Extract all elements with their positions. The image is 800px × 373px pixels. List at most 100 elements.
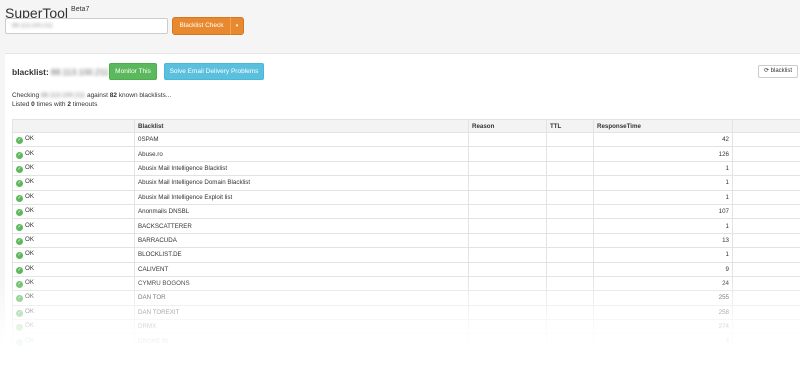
ttl-cell — [546, 347, 594, 364]
blacklist-check-button[interactable]: Blacklist Check — [172, 17, 231, 35]
column-header-response-time[interactable]: ResponseTime — [593, 119, 733, 133]
reason-cell — [468, 347, 547, 364]
ttl-cell — [546, 275, 594, 292]
extra-cell — [732, 203, 800, 220]
monitor-this-button[interactable]: Monitor This — [109, 63, 157, 80]
table-row: ✓ OK BLOCKLIST.DE 1 — [12, 247, 800, 263]
status-text: OK — [25, 293, 34, 301]
ttl-cell — [546, 131, 594, 148]
column-header-extra — [732, 119, 800, 133]
status-text: OK — [25, 250, 34, 258]
check-circle-icon: ✓ — [16, 281, 23, 289]
check-circle-icon: ✓ — [16, 137, 23, 145]
blacklist-table: Blacklist Reason TTL ResponseTime ✓ OK 0SP… — [12, 119, 800, 364]
table-row: ✓ OK Abusix Mail Intelligence Blacklist 1 — [12, 160, 800, 177]
ttl-cell — [546, 160, 594, 177]
table-row: ✓ OK Abuse.ro 126 — [12, 146, 800, 162]
status-cell: ✓ OK — [12, 232, 135, 249]
reason-cell — [468, 290, 547, 306]
status-text: OK — [25, 163, 34, 171]
blacklist-name-cell: 0SPAM — [134, 131, 469, 148]
status-text: OK — [25, 322, 34, 330]
blacklist-name-cell: CALIVENT — [134, 261, 469, 277]
blacklist-name-cell: Abusix Mail Intelligence Exploit list — [134, 189, 469, 205]
check-circle-icon: ✓ — [16, 252, 23, 260]
beta-badge: Beta7 — [71, 6, 90, 13]
refresh-button-label: blacklist — [770, 68, 793, 74]
response-time-cell: 24 — [593, 275, 733, 292]
reason-cell — [468, 203, 547, 220]
table-row: ✓ OK DAN TOR 255 — [12, 290, 800, 306]
response-time-cell: 1 — [593, 189, 733, 205]
response-time-cell: 9 — [593, 261, 733, 277]
ttl-cell — [546, 333, 594, 349]
status-text: OK — [25, 235, 34, 243]
status-cell: ✓ OK — [12, 290, 135, 306]
response-time-cell: 1 — [593, 218, 733, 234]
column-header-reason[interactable]: Reason — [468, 119, 547, 133]
table-row: ✓ OK Anonmails DNSBL 107 — [12, 203, 800, 220]
search-input[interactable]: 88.113.100.211 — [5, 18, 168, 34]
ttl-cell — [546, 304, 594, 321]
check-circle-icon: ✓ — [16, 209, 23, 217]
table-row: ✓ OK — [12, 347, 800, 364]
reason-cell — [468, 131, 547, 148]
status-text: OK — [25, 351, 34, 359]
table-row: ✓ OK 0SPAM 42 — [12, 131, 800, 148]
page-title-ip: 88.113.100.211 — [50, 67, 109, 77]
page-title-label: blacklist: — [12, 67, 49, 77]
status-text: OK — [25, 279, 34, 287]
status-text: OK — [25, 264, 34, 272]
response-time-cell: 1 — [593, 160, 733, 177]
reason-cell — [468, 232, 547, 249]
blacklist-name-cell: BLOCKLIST.DE — [134, 247, 469, 263]
blacklist-name-cell: Abusix Mail Intelligence Blacklist — [134, 160, 469, 177]
column-header-ttl[interactable]: TTL — [546, 119, 594, 133]
status-cell: ✓ OK — [12, 160, 135, 177]
blacklist-name-cell: CYMRU BOGONS — [134, 275, 469, 292]
ttl-cell — [546, 261, 594, 277]
extra-cell — [732, 146, 800, 162]
blacklist-name-cell: Abusix Mail Intelligence Domain Blacklis… — [134, 175, 469, 191]
ttl-cell — [546, 146, 594, 162]
status-cell: ✓ OK — [12, 131, 135, 148]
response-time-cell: 1 — [593, 247, 733, 263]
ttl-cell — [546, 319, 594, 335]
reason-cell — [468, 175, 547, 191]
reason-cell — [468, 247, 547, 263]
response-time-cell: 255 — [593, 290, 733, 306]
extra-cell — [732, 290, 800, 306]
table-row: ✓ OK Abusix Mail Intelligence Exploit list… — [12, 189, 800, 205]
blacklist-name-cell: DRMX — [134, 319, 469, 335]
reason-cell — [468, 333, 547, 349]
extra-cell — [732, 333, 800, 349]
column-header-blacklist[interactable]: Blacklist — [134, 119, 469, 133]
response-time-cell: 3 — [593, 333, 733, 349]
check-circle-icon: ✓ — [16, 266, 23, 274]
extra-cell — [732, 160, 800, 177]
blacklist-name-cell: Abuse.ro — [134, 146, 469, 162]
blacklist-name-cell — [134, 347, 469, 364]
response-time-cell: 42 — [593, 131, 733, 148]
status-cell: ✓ OK — [12, 304, 135, 321]
response-time-cell: 274 — [593, 319, 733, 335]
refresh-blacklist-button[interactable]: ⟳ blacklist — [758, 65, 798, 78]
solve-email-delivery-button[interactable]: Solve Email Delivery Problems — [164, 63, 264, 80]
column-header-status — [12, 119, 135, 133]
table-row: ✓ OK BARRACUDA 13 — [12, 232, 800, 249]
check-circle-icon: ✓ — [16, 223, 23, 231]
extra-cell — [732, 247, 800, 263]
response-time-cell — [593, 347, 733, 364]
status-cell: ✓ OK — [12, 333, 135, 349]
listed-suffix: timeouts — [72, 101, 98, 108]
table-row: ✓ OK BACKSCATTERER 1 — [12, 218, 800, 234]
status-text: OK — [25, 207, 34, 215]
extra-cell — [732, 189, 800, 205]
chevron-down-icon[interactable]: ▾ — [230, 17, 244, 35]
response-time-cell: 1 — [593, 175, 733, 191]
response-time-cell: 126 — [593, 146, 733, 162]
blacklist-name-cell: DRONE BL — [134, 333, 469, 349]
status-text: OK — [25, 135, 34, 143]
search-input-value: 88.113.100.211 — [12, 23, 53, 29]
ttl-cell — [546, 203, 594, 220]
